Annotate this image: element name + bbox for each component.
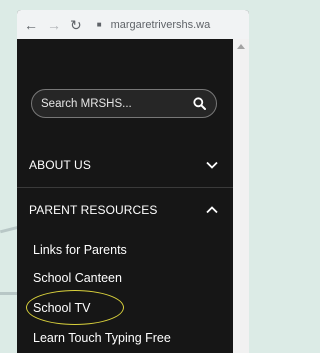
search-field[interactable] — [31, 89, 217, 118]
submenu-item-learn-touch-typing-free[interactable]: Learn Touch Typing Free — [33, 331, 171, 345]
browser-toolbar: ← → ↻ ■ margaretrivershs.wa — [17, 10, 249, 39]
submenu-item-links-for-parents[interactable]: Links for Parents — [33, 243, 127, 257]
menu-item-label: ABOUT US — [29, 158, 91, 172]
phone-screenshot: ← → ↻ ■ margaretrivershs.wa ABOUT US — [17, 10, 249, 353]
scroll-up-arrow-icon[interactable] — [237, 44, 245, 49]
mobile-nav-menu: ABOUT US PARENT RESOURCES Links for Pare… — [17, 39, 233, 353]
chevron-down-icon[interactable] — [205, 158, 219, 172]
menu-item-label: PARENT RESOURCES — [29, 203, 158, 217]
search-input[interactable] — [41, 97, 191, 110]
address-bar[interactable]: margaretrivershs.wa — [111, 19, 211, 31]
reload-icon[interactable]: ↻ — [70, 18, 82, 32]
submenu-item-school-tv[interactable]: School TV — [33, 301, 90, 315]
forward-arrow-icon[interactable]: → — [47, 18, 61, 32]
site-info-icon[interactable]: ■ — [97, 20, 102, 29]
menu-divider — [17, 187, 233, 188]
submenu-item-school-canteen[interactable]: School Canteen — [33, 271, 122, 285]
chevron-up-icon[interactable] — [205, 203, 219, 217]
scrollbar[interactable] — [233, 39, 249, 353]
back-arrow-icon[interactable]: ← — [24, 18, 38, 32]
search-icon[interactable] — [191, 96, 207, 112]
menu-item-about-us[interactable]: ABOUT US — [17, 145, 233, 185]
menu-item-parent-resources[interactable]: PARENT RESOURCES — [17, 190, 233, 230]
